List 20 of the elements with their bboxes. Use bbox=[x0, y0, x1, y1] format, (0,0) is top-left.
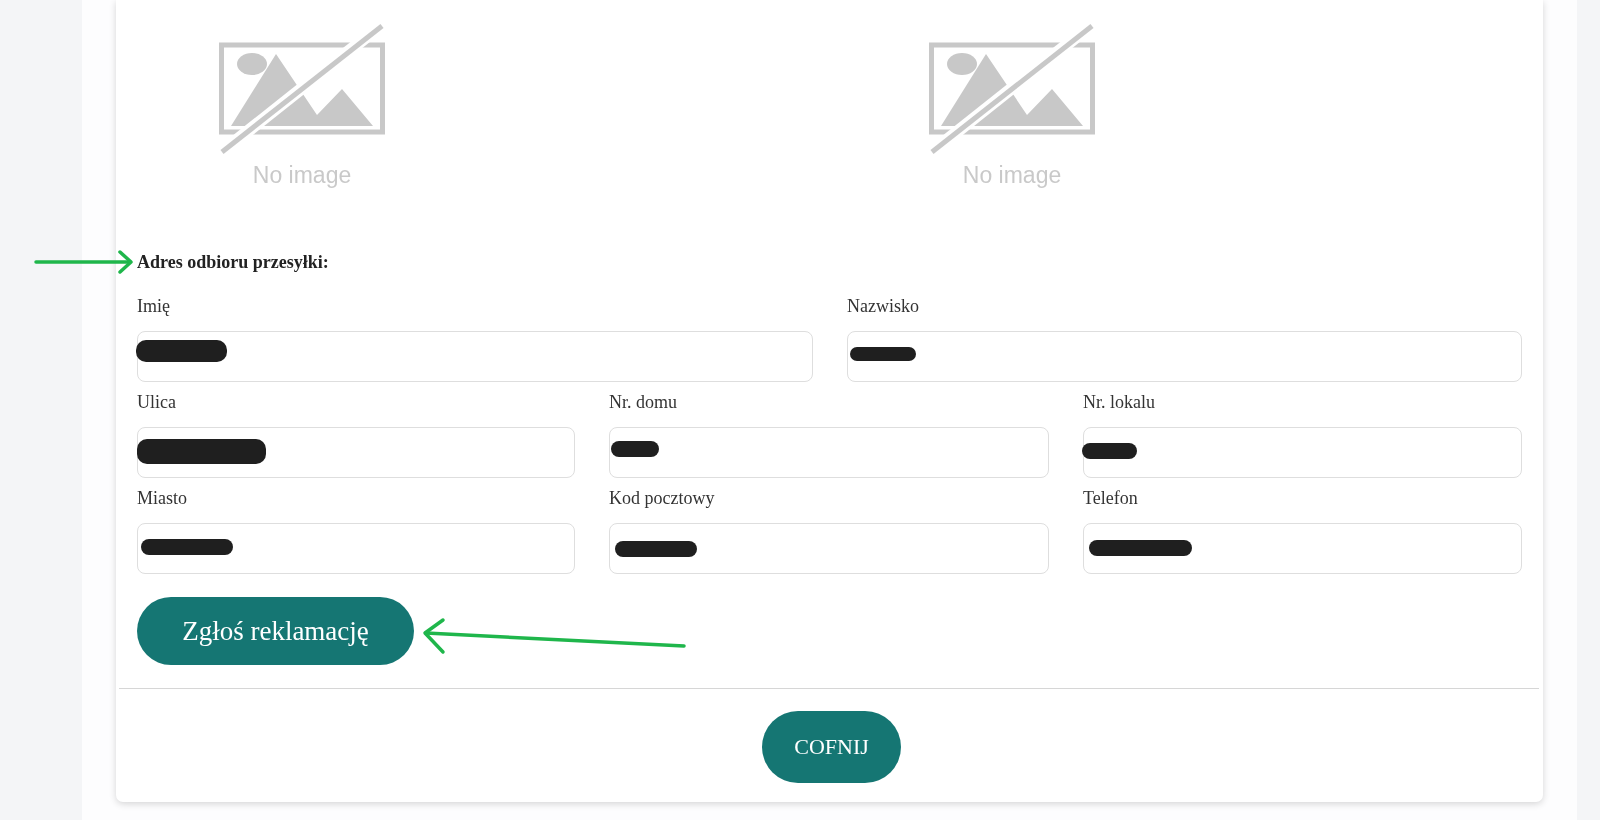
field-label: Imię bbox=[137, 296, 170, 316]
field-label: Nr. lokalu bbox=[1083, 392, 1155, 412]
input-field[interactable] bbox=[609, 523, 1049, 574]
field-label: Ulica bbox=[137, 392, 176, 412]
complaint-button[interactable]: Zgłoś reklamację bbox=[137, 597, 414, 665]
input-field[interactable] bbox=[609, 427, 1049, 478]
no-image-icon bbox=[219, 23, 385, 155]
field-label: Kod pocztowy bbox=[609, 488, 715, 508]
input-field[interactable] bbox=[137, 523, 575, 574]
field-label: Nazwisko bbox=[847, 296, 919, 316]
input-field[interactable] bbox=[1083, 427, 1522, 478]
input-field[interactable] bbox=[137, 331, 813, 382]
back-button[interactable]: COFNIJ bbox=[762, 711, 901, 783]
no-image-icon bbox=[929, 23, 1095, 155]
field-label: Telefon bbox=[1083, 488, 1138, 508]
input-field[interactable] bbox=[847, 331, 1522, 382]
field-label: Nr. domu bbox=[609, 392, 677, 412]
input-field[interactable] bbox=[1083, 523, 1522, 574]
section-heading: Adres odbioru przesyłki: bbox=[137, 251, 329, 273]
field-label: Miasto bbox=[137, 488, 187, 508]
